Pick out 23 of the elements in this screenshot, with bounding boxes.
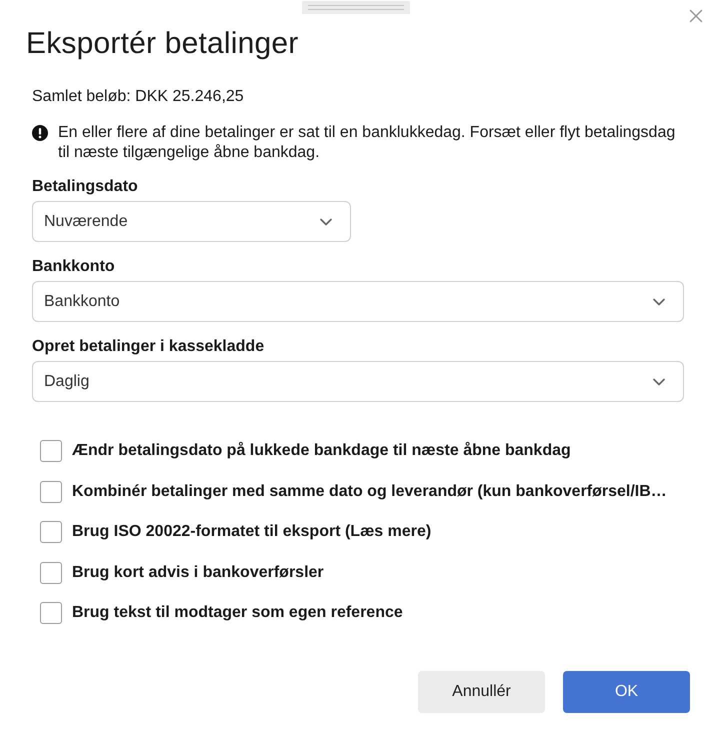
dialog-title: Eksportér betalinger <box>26 26 300 62</box>
select-field[interactable]: Daglig <box>32 361 684 402</box>
checkbox[interactable] <box>40 440 62 462</box>
checkbox[interactable] <box>40 562 62 584</box>
checkbox-label: Ændr betalingsdato på lukkede bankdage til næste åbne bankdag <box>72 441 571 461</box>
checkbox[interactable] <box>40 602 62 624</box>
checkbox-label: Brug kort advis i bankoverførsler <box>72 562 324 582</box>
warning-text: En eller flere af dine betalinger er sat til en banklukkedag. Forsæt eller flyt betalingsdag til næste tilgængelige åbne bankdag. <box>58 123 676 163</box>
field-label: Bankkonto <box>32 257 116 277</box>
checkbox[interactable] <box>40 480 62 502</box>
select-field[interactable]: Nuværende <box>32 201 351 242</box>
checkbox-label: Brug tekst til modtager som egen reference <box>72 603 403 623</box>
field-label: Opret betalinger i kassekladde <box>32 337 266 357</box>
drag-handle[interactable] <box>302 1 410 14</box>
cancel-button[interactable]: Annullér <box>418 671 545 713</box>
alert-icon <box>32 125 48 141</box>
select-field[interactable]: Bankkonto <box>32 281 684 322</box>
total-amount: Samlet beløb: DKK 25.246,25 <box>32 87 245 107</box>
checkbox-label: Brug ISO 20022-formatet til eksport (Læs mere) <box>72 522 432 542</box>
checkbox[interactable] <box>40 521 62 543</box>
checkbox-label: Kombinér betalinger med samme dato og leverandør (kun bankoverførsel/IB… <box>72 482 667 502</box>
field-label: Betalingsdato <box>32 177 139 197</box>
ok-button[interactable]: OK <box>563 671 690 713</box>
